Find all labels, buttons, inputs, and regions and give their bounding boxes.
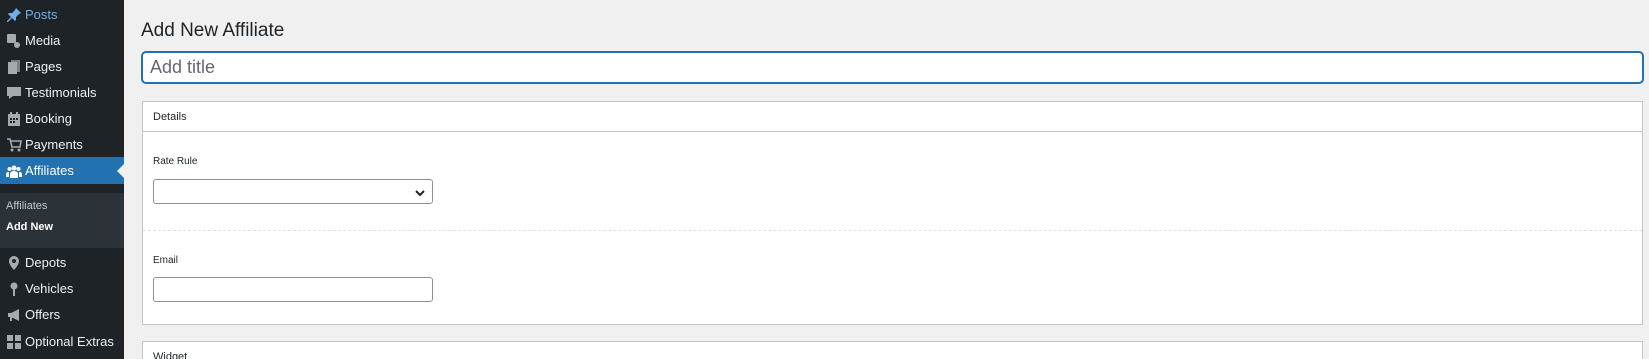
sidebar-item-label: Testimonials <box>25 85 97 100</box>
megaphone-icon <box>0 307 25 323</box>
chevron-down-icon <box>414 186 426 198</box>
sidebar-item-affiliates[interactable]: Affiliates <box>0 157 124 184</box>
submenu-item-affiliates[interactable]: Affiliates <box>6 200 47 212</box>
sidebar-item-label: Payments <box>25 137 83 152</box>
sidebar-item-booking[interactable]: Booking <box>0 105 124 132</box>
field-divider <box>143 230 1642 231</box>
sidebar-item-depots[interactable]: Depots <box>0 249 124 276</box>
comment-icon <box>0 85 25 101</box>
rate-rule-label: Rate Rule <box>153 156 198 167</box>
pin-icon <box>0 7 25 23</box>
sidebar-item-payments[interactable]: Payments <box>0 131 124 158</box>
sidebar-item-label: Pages <box>25 59 62 74</box>
page-title: Add New Affiliate <box>141 20 285 41</box>
widget-header[interactable]: Widget <box>143 342 1642 359</box>
sidebar-item-label: Depots <box>25 255 67 270</box>
sidebar-item-optional-extras[interactable]: Optional Extras <box>0 328 124 355</box>
email-label: Email <box>153 255 179 266</box>
sidebar-item-vehicles[interactable]: Vehicles <box>0 275 124 302</box>
sidebar-item-label: Offers <box>25 307 61 322</box>
widget-metabox: Widget <box>142 341 1643 359</box>
sidebar-item-label: Posts <box>25 7 58 22</box>
admin-sidebar: Posts Media Pages Testimonials Booking P… <box>0 0 124 359</box>
sidebar-item-label: Optional Extras <box>25 334 114 349</box>
sidebar-item-label: Vehicles <box>25 281 74 296</box>
sidebar-item-label: Media <box>25 33 61 48</box>
sidebar-item-label: Booking <box>25 111 72 126</box>
details-header[interactable]: Details <box>143 102 1642 132</box>
cart-icon <box>0 137 25 153</box>
sidebar-item-pages[interactable]: Pages <box>0 53 124 80</box>
calendar-icon <box>0 111 25 127</box>
sidebar-item-media[interactable]: Media <box>0 27 124 54</box>
media-icon <box>0 33 25 49</box>
groups-icon <box>0 163 25 179</box>
sidebar-item-offers[interactable]: Offers <box>0 301 124 328</box>
sidebar-item-testimonials[interactable]: Testimonials <box>0 79 124 106</box>
affiliates-submenu: Affiliates Add New <box>0 193 124 248</box>
title-input[interactable] <box>142 52 1643 83</box>
email-field[interactable] <box>153 277 433 302</box>
details-metabox: Details Rate Rule Email <box>142 101 1643 325</box>
grid-icon <box>0 334 25 350</box>
sidebar-item-label: Affiliates <box>25 163 74 178</box>
submenu-item-add-new[interactable]: Add New <box>6 221 53 233</box>
rate-rule-select[interactable] <box>153 179 433 204</box>
pin-marker-icon <box>0 281 25 297</box>
pages-icon <box>0 59 25 75</box>
location-icon <box>0 255 25 271</box>
sidebar-item-posts[interactable]: Posts <box>0 1 124 28</box>
